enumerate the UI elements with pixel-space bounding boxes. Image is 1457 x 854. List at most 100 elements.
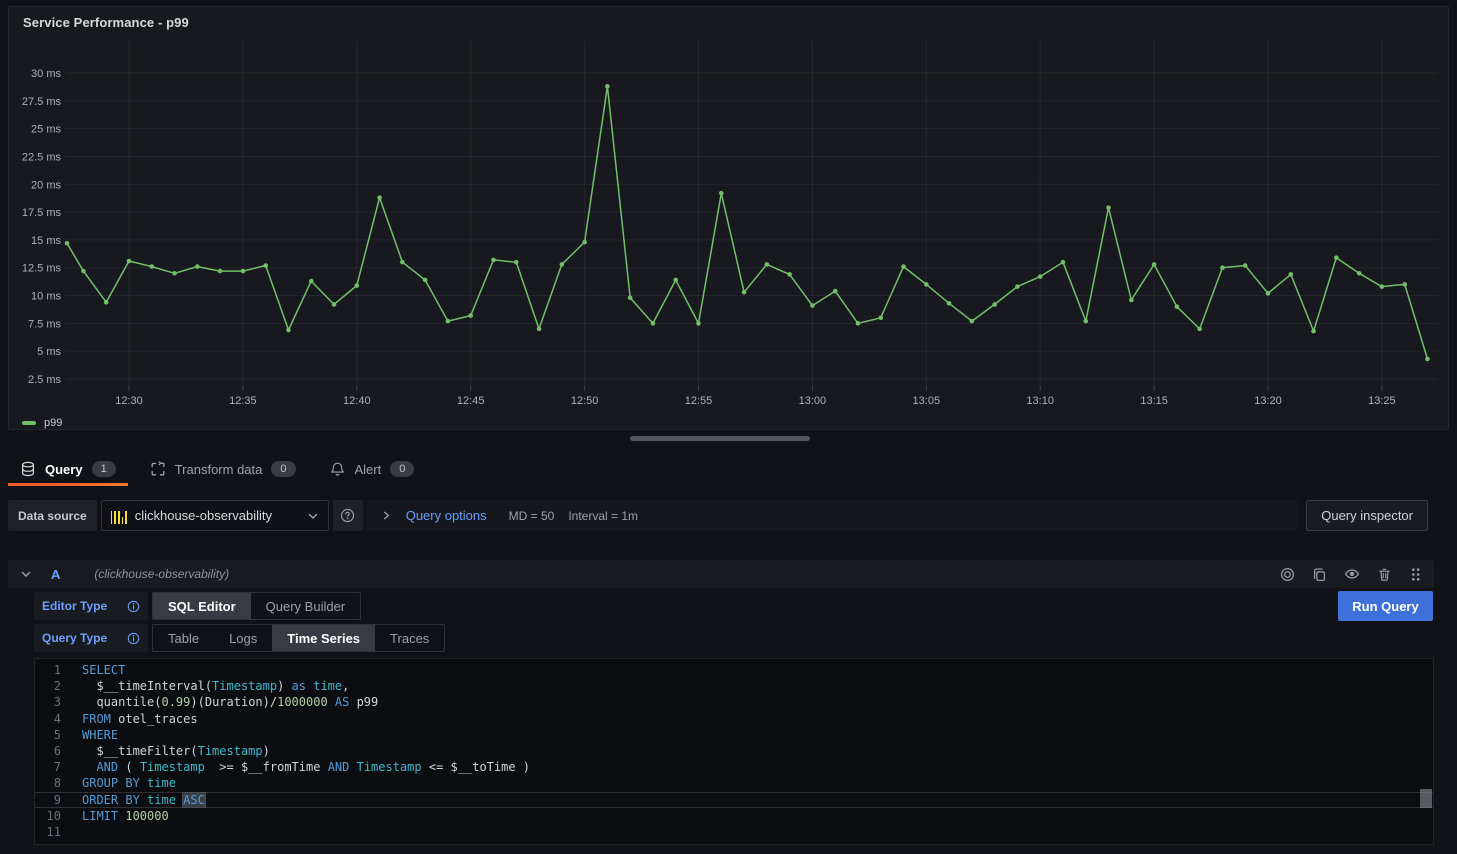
svg-text:13:10: 13:10 (1026, 395, 1054, 407)
editor-type-group: SQL EditorQuery Builder (152, 592, 361, 620)
line-number: 7 (35, 759, 61, 775)
line-number: 4 (35, 711, 61, 727)
query-type-label: Query Type (34, 624, 148, 652)
editor-type-option-query-builder[interactable]: Query Builder (251, 593, 360, 619)
bell-icon (330, 461, 346, 477)
sql-line-11[interactable]: 11 (35, 824, 1433, 840)
query-options-toggle[interactable]: Query options (406, 508, 487, 523)
tab-label: Alert (355, 462, 382, 477)
query-datasource-name: (clickhouse-observability) (94, 567, 229, 581)
timeseries-chart[interactable]: 2.5 ms5 ms7.5 ms10 ms12.5 ms15 ms17.5 ms… (9, 7, 1450, 431)
query-type-option-traces[interactable]: Traces (375, 625, 444, 651)
query-type-group: TableLogsTime SeriesTraces (152, 624, 445, 652)
svg-text:12:35: 12:35 (229, 395, 257, 407)
svg-text:15 ms: 15 ms (31, 235, 61, 247)
hide-response-icon[interactable] (1344, 566, 1360, 582)
svg-text:12:55: 12:55 (685, 395, 713, 407)
transform-icon (150, 461, 166, 477)
legend-series-label[interactable]: p99 (44, 417, 62, 429)
svg-text:17.5 ms: 17.5 ms (22, 207, 62, 219)
line-content: SELECT (82, 662, 125, 678)
query-editor-card: A (clickhouse-observability) Editor Type… (8, 560, 1434, 845)
chevron-down-icon (307, 510, 319, 522)
duplicate-query-icon[interactable] (1312, 567, 1327, 582)
sql-line-8[interactable]: 8 GROUP BY time (35, 775, 1433, 791)
datasource-label: Data source (8, 500, 97, 531)
tab-alert[interactable]: Alert 0 (318, 452, 427, 486)
sql-line-2[interactable]: 2 $__timeInterval(Timestamp) as time, (35, 678, 1433, 694)
svg-text:22.5 ms: 22.5 ms (22, 151, 62, 163)
datasource-value: clickhouse-observability (135, 508, 272, 523)
line-number: 1 (35, 662, 61, 678)
sql-line-4[interactable]: 4FROM otel_traces (35, 711, 1433, 727)
query-inspector-button[interactable]: Query inspector (1306, 500, 1428, 531)
tab-label: Transform data (175, 462, 263, 477)
line-number: 3 (35, 694, 61, 710)
max-data-points-value: MD = 50 (509, 509, 555, 523)
collapse-query-icon[interactable] (20, 568, 32, 580)
query-type-row: Query Type TableLogsTime SeriesTraces (8, 624, 1434, 652)
svg-text:13:05: 13:05 (913, 395, 941, 407)
editor-type-row: Editor Type SQL EditorQuery Builder (8, 592, 1434, 620)
query-actions (1280, 566, 1422, 582)
sql-line-9[interactable]: 9 ORDER BY time ASC (35, 792, 1433, 808)
svg-text:5 ms: 5 ms (37, 346, 61, 358)
svg-text:12:40: 12:40 (343, 395, 371, 407)
query-type-option-logs[interactable]: Logs (214, 625, 272, 651)
sql-editor[interactable]: 1SELECT2 $__timeInterval(Timestamp) as t… (34, 658, 1434, 845)
sql-line-7[interactable]: 7 AND ( Timestamp >= $__fromTime AND Tim… (35, 759, 1433, 775)
svg-text:20 ms: 20 ms (31, 179, 61, 191)
svg-text:10 ms: 10 ms (31, 291, 61, 303)
svg-text:2.5 ms: 2.5 ms (28, 374, 62, 386)
line-content: $__timeInterval(Timestamp) as time, (82, 678, 349, 694)
query-ref-id[interactable]: A (51, 567, 60, 582)
help-circle-icon (340, 508, 355, 523)
line-number: 11 (35, 824, 61, 840)
tab-count-badge: 0 (271, 461, 295, 477)
sql-line-5[interactable]: 5 WHERE (35, 727, 1433, 743)
datasource-picker[interactable]: clickhouse-observability (101, 500, 329, 531)
chevron-right-icon[interactable] (381, 510, 392, 521)
line-content: ORDER BY time ASC (82, 792, 205, 808)
query-type-option-time-series[interactable]: Time Series (272, 625, 375, 651)
svg-text:13:20: 13:20 (1254, 395, 1282, 407)
line-number: 5 (35, 727, 61, 743)
disable-query-icon[interactable] (1280, 567, 1295, 582)
info-icon[interactable] (127, 632, 140, 645)
query-row-header: A (clickhouse-observability) (8, 560, 1434, 588)
sql-line-1[interactable]: 1 SELECT (35, 662, 1433, 678)
tab-label: Query (45, 462, 83, 477)
clickhouse-logo-icon (111, 508, 127, 524)
line-number: 6 (35, 743, 61, 759)
sql-line-6[interactable]: 6 $__timeFilter(Timestamp) (35, 743, 1433, 759)
line-number: 9 (35, 792, 61, 808)
tab-query[interactable]: Query1 (8, 452, 128, 486)
info-icon[interactable] (127, 600, 140, 613)
line-number: 2 (35, 678, 61, 694)
line-content: LIMIT 100000 (82, 808, 169, 824)
svg-text:12:50: 12:50 (571, 395, 599, 407)
query-type-option-table[interactable]: Table (153, 625, 214, 651)
line-number: 10 (35, 808, 61, 824)
datasource-help-button[interactable] (333, 500, 363, 531)
line-content: GROUP BY time (82, 775, 176, 791)
svg-text:7.5 ms: 7.5 ms (28, 318, 62, 330)
line-content: $__timeFilter(Timestamp) (82, 743, 270, 759)
tab-count-badge: 0 (390, 461, 414, 477)
line-content: WHERE (82, 727, 118, 743)
line-number: 8 (35, 775, 61, 791)
svg-text:12:30: 12:30 (115, 395, 143, 407)
svg-text:13:25: 13:25 (1368, 395, 1396, 407)
line-content: quantile(0.99)(Duration)/1000000 AS p99 (82, 694, 378, 710)
legend-series-swatch (22, 421, 36, 425)
delete-query-icon[interactable] (1377, 567, 1392, 582)
svg-text:13:15: 13:15 (1140, 395, 1168, 407)
sql-line-3[interactable]: 3 quantile(0.99)(Duration)/1000000 AS p9… (35, 694, 1433, 710)
editor-type-option-sql-editor[interactable]: SQL Editor (153, 593, 251, 619)
tab-transform-data[interactable]: Transform data 0 (138, 452, 308, 486)
sql-line-10[interactable]: 10 LIMIT 100000 (35, 808, 1433, 824)
run-query-button[interactable]: Run Query (1338, 591, 1433, 621)
horizontal-scrollbar-thumb[interactable] (630, 436, 810, 441)
svg-text:13:00: 13:00 (799, 395, 827, 407)
drag-handle-icon[interactable] (1409, 567, 1422, 582)
